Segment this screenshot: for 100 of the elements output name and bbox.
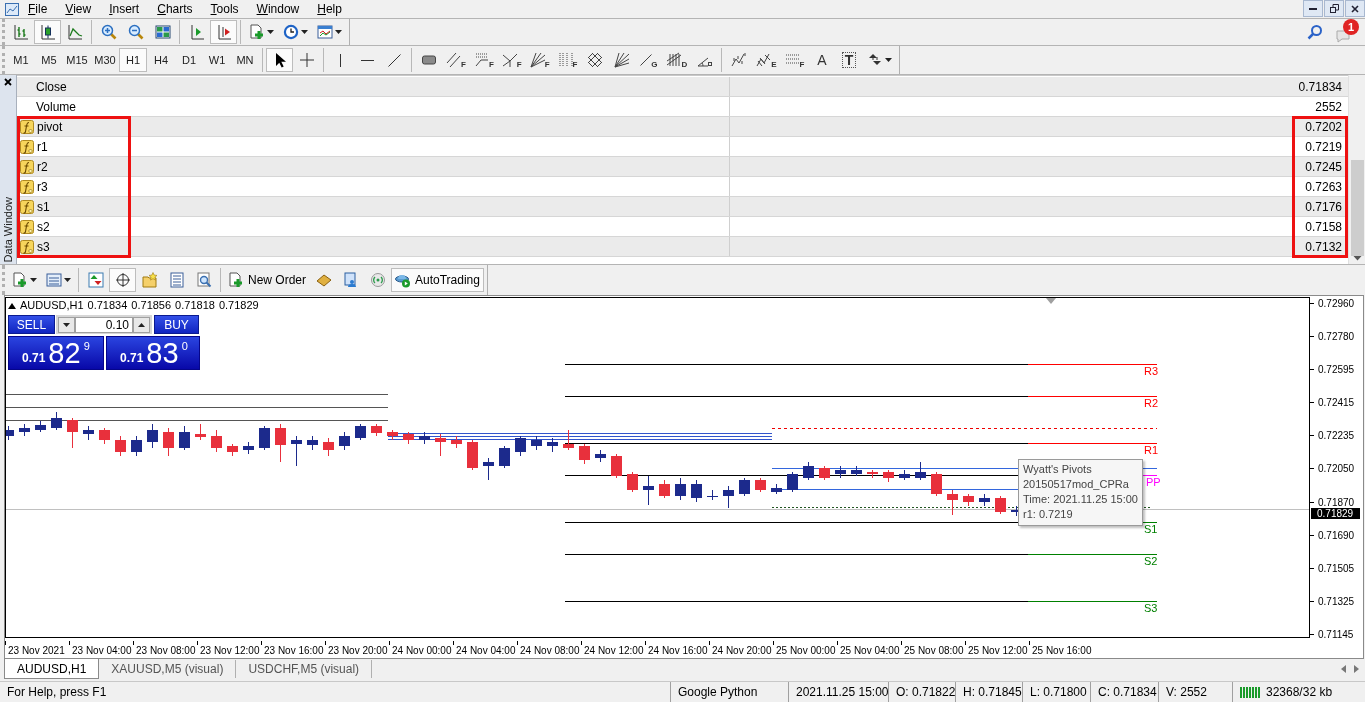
menu-item[interactable]: View <box>56 0 101 18</box>
timeframe-button[interactable]: M30 <box>91 48 119 72</box>
data-label: s3 <box>37 239 50 254</box>
time-axis-label: 24 Nov 20:00 <box>709 641 773 658</box>
channel-button[interactable]: F <box>442 48 470 72</box>
time-axis-label: 25 Nov 00:00 <box>773 641 837 658</box>
scrollbar-thumb[interactable] <box>1350 160 1364 256</box>
function-icon <box>20 219 34 234</box>
caret-icon <box>334 30 342 34</box>
timeframe-button[interactable]: H4 <box>147 48 175 72</box>
bar-chart-icon <box>12 24 29 40</box>
zigzag-icon <box>730 52 747 68</box>
status-text: 32368/32 kb <box>1266 685 1333 699</box>
vertical-line-icon <box>339 53 342 67</box>
caret-icon <box>63 278 71 282</box>
line-chart-icon <box>66 24 83 40</box>
status-text: Google Python <box>670 682 788 702</box>
zoom-out-icon <box>127 24 144 40</box>
data-value: 0.7202 <box>1304 119 1343 134</box>
fan-button[interactable]: F <box>525 48 554 72</box>
dotted-levels-icon <box>473 52 490 68</box>
chart-tab[interactable]: USDCHF,M5 (visual) <box>236 660 373 678</box>
data-value: 0.7132 <box>1304 239 1343 254</box>
chat-bubble-icon <box>1335 29 1351 43</box>
gann-line-button[interactable]: G <box>635 48 663 72</box>
function-icon <box>20 179 34 194</box>
price-axis-label: 0.72595 <box>1310 364 1363 376</box>
expansion-button[interactable]: F <box>780 48 809 72</box>
notification-badge: 1 <box>1343 19 1359 35</box>
minimize-button[interactable] <box>1303 0 1323 17</box>
function-icon <box>20 119 34 134</box>
status-text: For Help, press F1 <box>6 684 108 701</box>
menu-item[interactable]: Help <box>308 0 351 18</box>
chart-tab[interactable]: XAUUSD,M5 (visual) <box>99 660 237 678</box>
status-text: O: 0.71822 <box>888 682 955 702</box>
window-list-icon <box>45 272 62 288</box>
data-value: 2552 <box>1314 99 1343 114</box>
timeframe-button[interactable]: M15 <box>63 48 91 72</box>
timeframe-button[interactable]: D1 <box>175 48 203 72</box>
pitchfork-icon <box>501 52 518 68</box>
axes-arrow-icon <box>215 24 232 40</box>
time-axis-label: 25 Nov 12:00 <box>965 641 1029 658</box>
scroll-right-icon <box>1354 665 1359 673</box>
close-icon <box>1351 4 1359 13</box>
text-button[interactable]: A <box>808 48 836 72</box>
cycle-lines-button[interactable]: D <box>662 48 692 72</box>
document-plus-icon <box>11 272 28 288</box>
auto-scroll-button[interactable] <box>210 20 237 44</box>
data-value: 0.7245 <box>1304 159 1343 174</box>
candlestick-button[interactable] <box>34 20 61 44</box>
status-text: V: 2552 <box>1158 682 1232 702</box>
menu-item[interactable]: File <box>19 0 57 18</box>
timeframe-button[interactable]: MN <box>231 48 259 72</box>
price-axis-label: 0.72780 <box>1310 331 1363 343</box>
cursor-button[interactable] <box>266 48 293 72</box>
diagonal-line-icon <box>388 53 401 67</box>
close-icon <box>4 78 12 86</box>
close-button[interactable] <box>1345 0 1365 17</box>
timeframe-button[interactable]: H1 <box>119 48 147 72</box>
timeframe-button[interactable]: W1 <box>203 48 231 72</box>
timeframe-button[interactable]: M5 <box>35 48 63 72</box>
price-axis-label: 0.72235 <box>1310 430 1363 442</box>
time-zones-button[interactable]: F <box>553 48 582 72</box>
timeframe-button[interactable]: M1 <box>7 48 35 72</box>
time-axis-label: 23 Nov 04:00 <box>69 641 133 658</box>
pitchfork-button[interactable]: F <box>497 48 526 72</box>
current-price-label: 0.71829 <box>1311 508 1360 519</box>
data-label: r3 <box>37 179 48 194</box>
horizontal-line-icon <box>361 58 374 62</box>
menu-item[interactable]: Tools <box>201 0 248 18</box>
function-icon <box>20 239 34 254</box>
caret-icon <box>29 278 37 282</box>
chart-tab[interactable]: AUDUSD,H1 <box>4 659 100 679</box>
panel-title: Data Window <box>2 196 14 262</box>
price-axis-label: 0.71870 <box>1310 496 1363 508</box>
menu-item[interactable]: Charts <box>148 0 202 18</box>
data-value: 0.71834 <box>1297 79 1343 94</box>
function-icon <box>20 159 34 174</box>
fan-lines-icon <box>529 52 546 68</box>
axes-triangle-icon <box>188 24 205 40</box>
candlestick-icon <box>39 24 56 40</box>
time-axis-label: 25 Nov 08:00 <box>901 641 965 658</box>
data-window-button[interactable] <box>109 268 136 292</box>
new-order-button[interactable]: New Order <box>224 268 310 292</box>
diamond-icon <box>315 273 332 287</box>
retracement-button[interactable]: F <box>469 48 498 72</box>
menu-item[interactable]: Insert <box>100 0 149 18</box>
crosshair-icon <box>298 52 315 68</box>
data-value: 0.7176 <box>1304 199 1343 214</box>
data-value: 0.7158 <box>1304 219 1343 234</box>
menu-item[interactable]: Window <box>247 0 309 18</box>
autotrading-button[interactable]: AutoTrading <box>391 268 484 292</box>
price-axis-label: 0.71505 <box>1310 562 1363 574</box>
wave-lines-button[interactable]: E <box>752 48 781 72</box>
price-axis-label: 0.71145 <box>1310 628 1363 640</box>
hatched-lines-icon <box>666 52 683 68</box>
text-label-button[interactable]: T <box>835 48 863 72</box>
clock-icon <box>282 24 299 40</box>
restore-button[interactable] <box>1324 0 1344 17</box>
status-text: 2021.11.25 15:00 <box>788 682 888 702</box>
